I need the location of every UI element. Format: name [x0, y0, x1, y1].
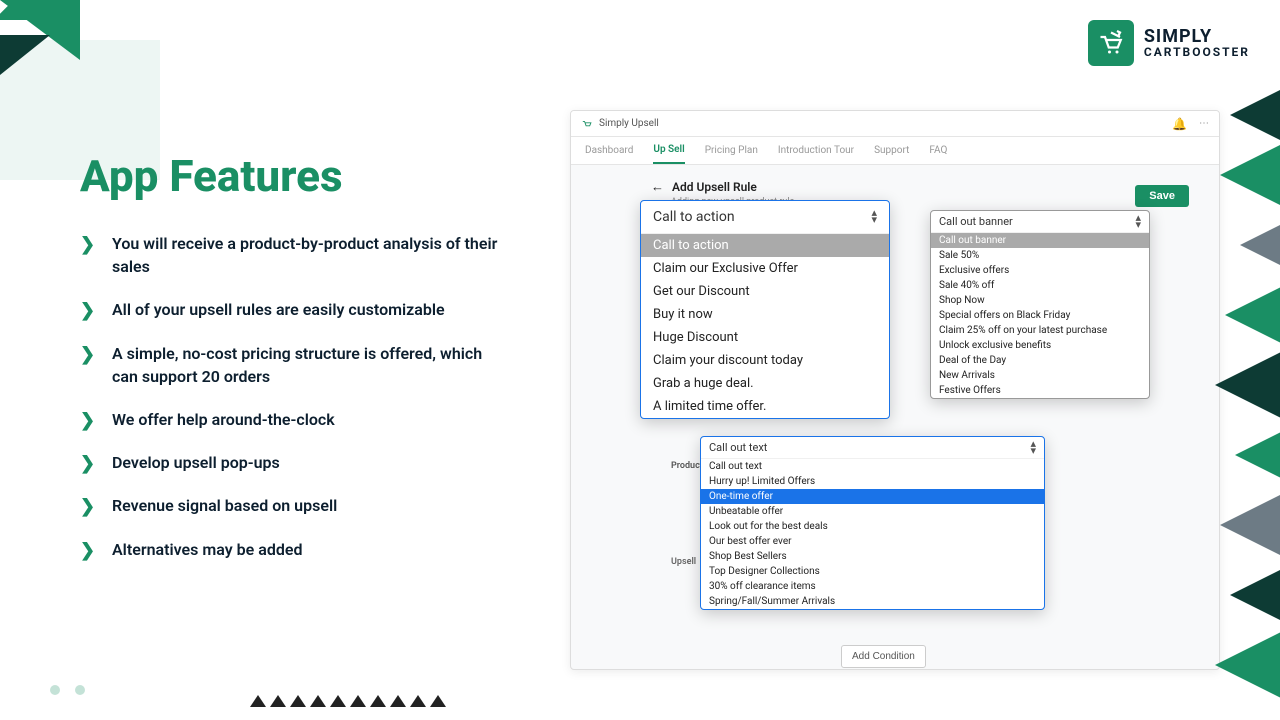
dropdown-option[interactable]: A limited time offer.	[641, 395, 889, 418]
brand-name-top: SIMPLY	[1144, 26, 1212, 47]
dropdown-option[interactable]: Shop Best Sellers	[701, 549, 1044, 564]
chevron-updown-icon: ▴▾	[1030, 441, 1036, 454]
feature-text: Develop upsell pop-ups	[112, 451, 280, 474]
dropdown-option[interactable]: Shop Now	[931, 293, 1149, 308]
tab-pricing-plan[interactable]: Pricing Plan	[705, 138, 758, 163]
dropdown-option[interactable]: Hurry up! Limited Offers	[701, 474, 1044, 489]
brand-icon	[1088, 20, 1134, 66]
feature-text: All of your upsell rules are easily cust…	[112, 298, 445, 321]
feature-item: ❯ All of your upsell rules are easily cus…	[80, 298, 510, 321]
upsell-label: Upsell	[671, 557, 696, 567]
dropdown-option[interactable]: Our best offer ever	[701, 534, 1044, 549]
feature-item: ❯ You will receive a product-by-product a…	[80, 232, 510, 278]
chevron-right-icon: ❯	[80, 300, 98, 321]
chevron-right-icon: ❯	[80, 344, 98, 365]
app-titlebar: Simply Upsell 🔔 ⋯	[571, 111, 1219, 137]
dropdown-option[interactable]: Call to action	[641, 234, 889, 257]
dropdown-option[interactable]: Claim your discount today	[641, 349, 889, 372]
cta-dropdown[interactable]: Call to action▴▾ Call to actionClaim our…	[640, 200, 890, 419]
notifications-icon[interactable]: 🔔	[1172, 117, 1187, 131]
app-tabs: Dashboard Up Sell Pricing Plan Introduction…	[571, 137, 1219, 165]
features-title: App Features	[80, 150, 510, 202]
callout-text-dropdown-value: Call out text	[709, 441, 767, 454]
dropdown-option[interactable]: Grab a huge deal.	[641, 372, 889, 395]
dropdown-option[interactable]: Look out for the best deals	[701, 519, 1044, 534]
chevron-right-icon: ❯	[80, 234, 98, 255]
feature-item: ❯ A simple, no-cost pricing structure is …	[80, 342, 510, 388]
app-icon	[581, 118, 593, 130]
dropdown-option[interactable]: Unbeatable offer	[701, 504, 1044, 519]
chevron-right-icon: ❯	[80, 540, 98, 561]
decor-triangles-row	[250, 695, 1280, 715]
dropdown-option[interactable]: Top Designer Collections	[701, 564, 1044, 579]
dropdown-option[interactable]: Claim 25% off on your latest purchase	[931, 323, 1149, 338]
dropdown-option[interactable]: Call out banner	[931, 233, 1149, 248]
page-title: Add Upsell Rule	[672, 180, 757, 194]
feature-text: We offer help around-the-clock	[112, 408, 335, 431]
dropdown-option[interactable]: Get our Discount	[641, 280, 889, 303]
feature-item: ❯ Alternatives may be added	[80, 538, 510, 561]
chevron-right-icon: ❯	[80, 496, 98, 517]
dropdown-option[interactable]: New Arrivals	[931, 368, 1149, 383]
dropdown-option[interactable]: Exclusive offers	[931, 263, 1149, 278]
banner-dropdown[interactable]: Call out banner▴▾ Call out bannerSale 50…	[930, 210, 1150, 399]
back-arrow-icon[interactable]: ←	[651, 179, 664, 195]
dropdown-option[interactable]: Sale 40% off	[931, 278, 1149, 293]
cta-dropdown-value: Call to action	[653, 209, 735, 225]
dropdown-option[interactable]: Huge Discount	[641, 326, 889, 349]
dropdown-option[interactable]: Buy it now	[641, 303, 889, 326]
dropdown-option[interactable]: Sale 50%	[931, 248, 1149, 263]
feature-text: A simple, no-cost pricing structure is o…	[112, 342, 510, 388]
tab-up-sell[interactable]: Up Sell	[653, 137, 684, 164]
banner-dropdown-value: Call out banner	[939, 215, 1013, 228]
dropdown-option[interactable]: One-time offer	[701, 489, 1044, 504]
brand-logo: SIMPLY CARTBOOSTER	[1088, 20, 1250, 66]
app-title: Simply Upsell	[599, 118, 659, 129]
callout-text-dropdown[interactable]: Call out text▴▾ Call out textHurry up! L…	[700, 436, 1045, 610]
tab-support[interactable]: Support	[874, 138, 909, 163]
chevron-right-icon: ❯	[80, 410, 98, 431]
dropdown-option[interactable]: Festive Offers	[931, 383, 1149, 398]
tab-faq[interactable]: FAQ	[929, 138, 947, 163]
chevron-right-icon: ❯	[80, 453, 98, 474]
feature-text: Revenue signal based on upsell	[112, 494, 337, 517]
brand-name-bottom: CARTBOOSTER	[1144, 46, 1250, 58]
add-condition-button[interactable]: Add Condition	[841, 645, 926, 668]
tab-introduction-tour[interactable]: Introduction Tour	[778, 138, 854, 163]
dropdown-option[interactable]: Special offers on Black Friday	[931, 308, 1149, 323]
feature-item: ❯ We offer help around-the-clock	[80, 408, 510, 431]
chevron-updown-icon: ▴▾	[871, 210, 877, 223]
tab-dashboard[interactable]: Dashboard	[585, 138, 633, 163]
cart-icon	[10, 610, 110, 710]
feature-text: You will receive a product-by-product an…	[112, 232, 510, 278]
save-button[interactable]: Save	[1135, 185, 1189, 207]
dropdown-option[interactable]: Spring/Fall/Summer Arrivals	[701, 594, 1044, 609]
features-panel: App Features ❯ You will receive a product…	[80, 150, 510, 581]
feature-text: Alternatives may be added	[112, 538, 302, 561]
dropdown-option[interactable]: 30% off clearance items	[701, 579, 1044, 594]
chevron-updown-icon: ▴▾	[1135, 215, 1141, 228]
dropdown-option[interactable]: Deal of the Day	[931, 353, 1149, 368]
menu-icon[interactable]: ⋯	[1199, 118, 1209, 129]
feature-item: ❯ Revenue signal based on upsell	[80, 494, 510, 517]
dropdown-option[interactable]: Unlock exclusive benefits	[931, 338, 1149, 353]
dropdown-option[interactable]: Claim our Exclusive Offer	[641, 257, 889, 280]
dropdown-option[interactable]: Call out text	[701, 459, 1044, 474]
feature-item: ❯ Develop upsell pop-ups	[80, 451, 510, 474]
